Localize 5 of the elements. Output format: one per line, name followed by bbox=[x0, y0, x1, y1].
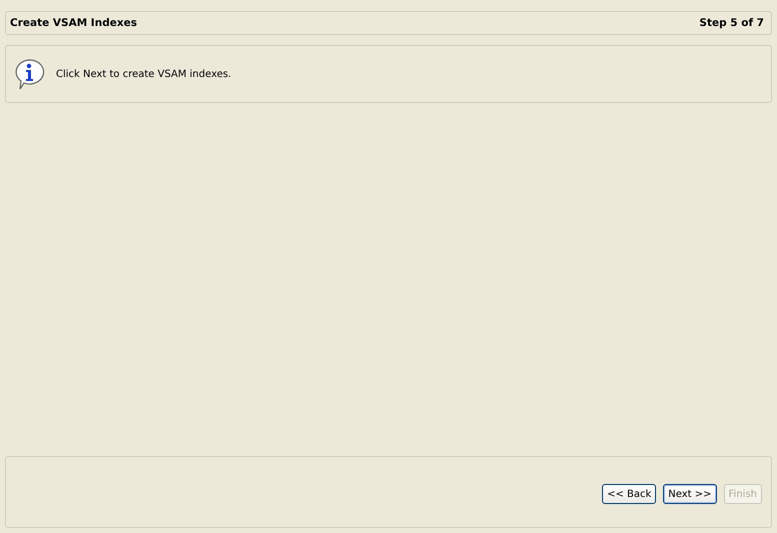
page-title: Create VSAM Indexes bbox=[10, 17, 137, 29]
step-indicator: Step 5 of 7 bbox=[699, 17, 764, 29]
back-button[interactable]: << Back bbox=[602, 484, 656, 504]
next-button[interactable]: Next >> bbox=[663, 484, 717, 504]
message-text: Click Next to create VSAM indexes. bbox=[56, 68, 232, 80]
